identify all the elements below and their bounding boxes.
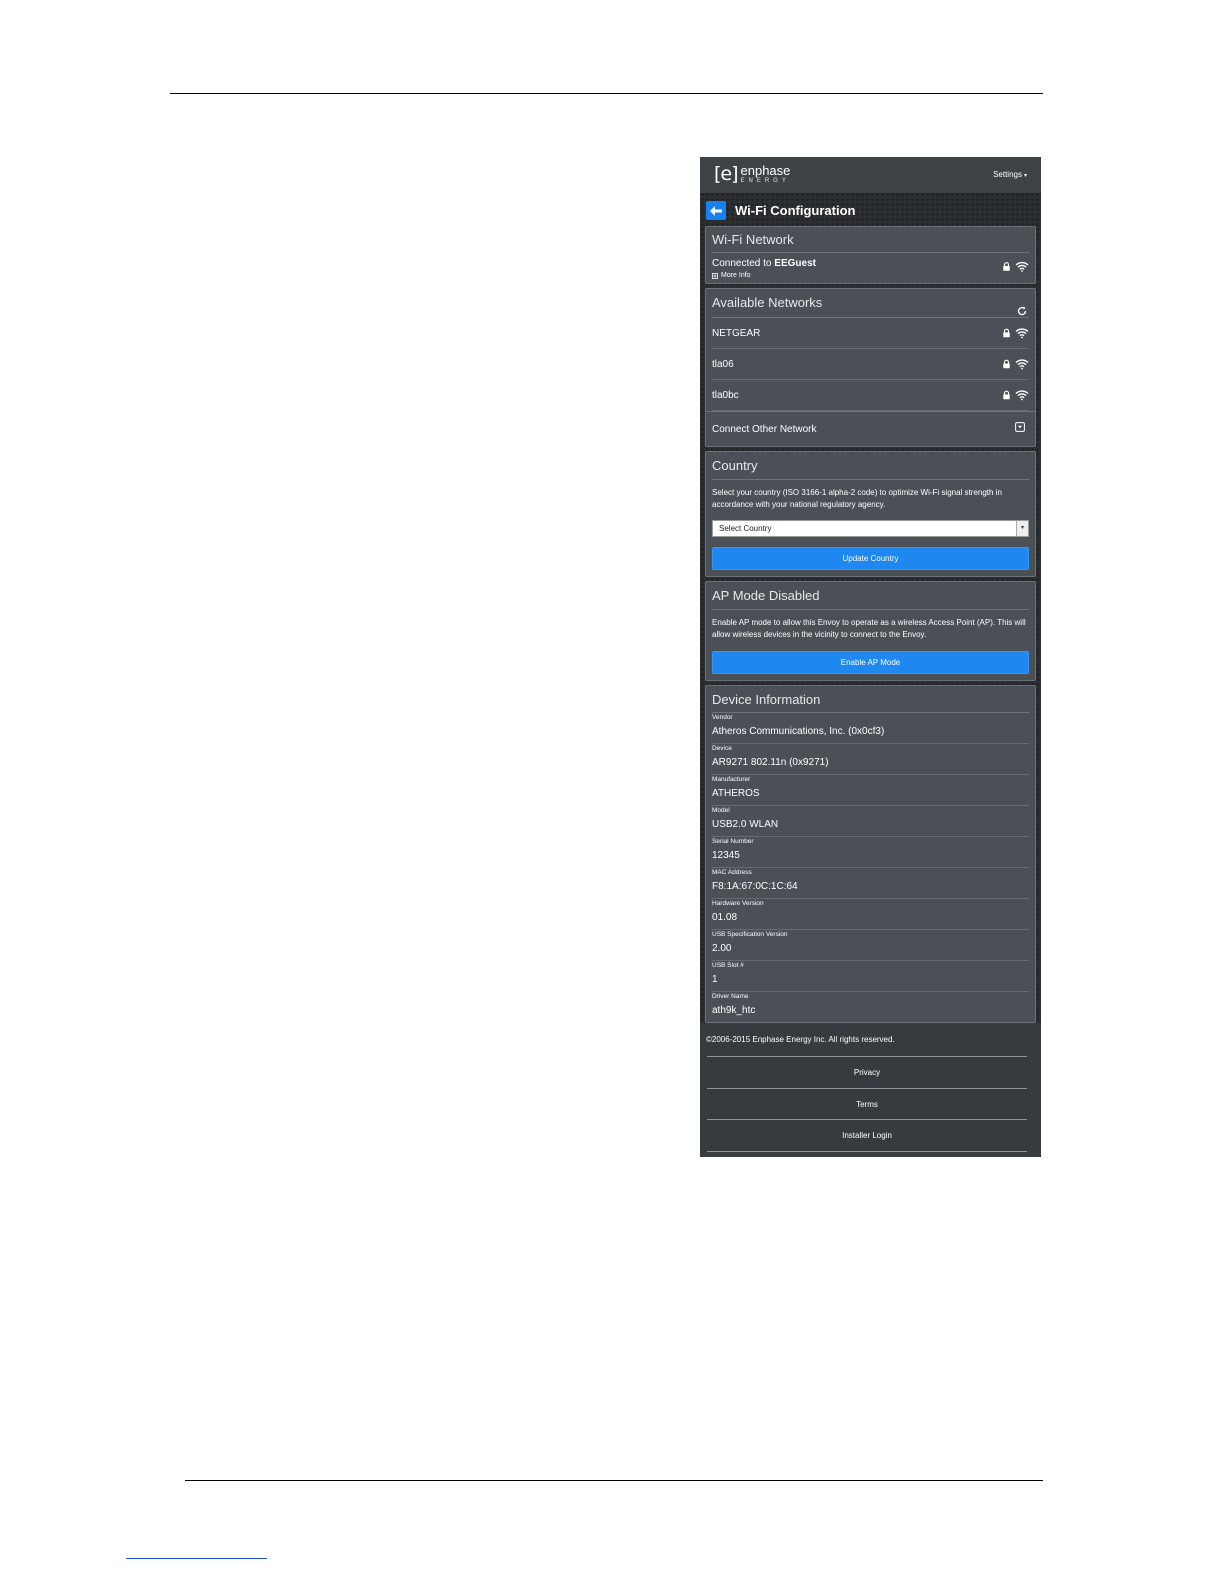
network-row-netgear[interactable]: NETGEAR [712, 318, 1029, 349]
device-info-row: USB Slot # 1 [712, 961, 1029, 992]
caret-down-icon: ▾ [1016, 521, 1028, 536]
more-info-label: More Info [721, 272, 751, 279]
device-info-label: USB Slot # [712, 962, 744, 969]
device-info-value: Atheros Communications, Inc. (0x0cf3) [712, 726, 885, 737]
lock-icon [1003, 359, 1010, 369]
device-info-value: 12345 [712, 850, 740, 861]
lock-icon [1003, 262, 1010, 271]
enable-ap-mode-button[interactable]: Enable AP Mode [712, 651, 1029, 674]
device-info-card: Device Information Vendor Atheros Communi… [705, 685, 1036, 1023]
device-info-label: USB Specification Version [712, 931, 788, 938]
caret-down-icon: ▾ [1023, 173, 1027, 179]
device-info-value: 2.00 [712, 943, 732, 954]
device-info-label: Device [712, 745, 732, 752]
device-info-title: Device Information [712, 686, 1029, 713]
terms-link[interactable]: Terms [707, 1088, 1027, 1120]
device-info-value: ath9k_htc [712, 1005, 756, 1016]
wifi-signal-icon [1015, 328, 1029, 339]
logo-word: enphase [740, 163, 791, 178]
ap-mode-description: Enable AP mode to allow this Envoy to op… [712, 618, 1026, 639]
plus-square-icon [712, 272, 718, 279]
device-info-value: F8:1A:67:0C:1C:64 [712, 881, 798, 892]
logo-sub: ENERGY [740, 178, 790, 184]
footer: ©2006-2015 Enphase Energy Inc. All right… [700, 1023, 1041, 1157]
privacy-link[interactable]: Privacy [707, 1056, 1027, 1088]
device-info-value: USB2.0 WLAN [712, 819, 779, 830]
connected-prefix: Connected to [712, 258, 772, 269]
device-info-label: Vendor [712, 714, 733, 721]
device-info-label: Serial Number [712, 838, 754, 845]
device-info-label: Driver Name [712, 993, 749, 1000]
wifi-signal-icon [1015, 359, 1029, 370]
document-bottom-rule [185, 1480, 1043, 1481]
network-ssid: tla06 [712, 359, 734, 370]
network-row-tla0bc[interactable]: tla0bc [712, 380, 1029, 411]
country-title: Country [712, 452, 1029, 480]
device-info-row: Serial Number 12345 [712, 837, 1029, 868]
available-networks-title: Available Networks [712, 295, 823, 310]
device-info-row: Vendor Atheros Communications, Inc. (0x0c… [712, 713, 1029, 744]
app-screen: [e] enphase ENERGY Settings ▾ Wi-Fi Confi… [700, 157, 1041, 1157]
connect-other-label: Connect Other Network [712, 424, 817, 435]
country-card: Country Select your country (ISO 3166-1 … [705, 451, 1036, 577]
device-info-row: Manufacturer ATHEROS [712, 775, 1029, 806]
back-button[interactable] [706, 201, 726, 220]
network-row-tla06[interactable]: tla06 [712, 349, 1029, 380]
device-info-row: Hardware Version 01.08 [712, 899, 1029, 930]
network-ssid: tla0bc [712, 390, 739, 401]
wifi-signal-icon [1015, 390, 1029, 401]
device-info-value: 1 [712, 974, 718, 985]
settings-label: Settings [993, 170, 1022, 179]
lock-icon [1003, 328, 1010, 338]
device-info-row: Driver Name ath9k_htc [712, 992, 1029, 1022]
refresh-icon [1017, 306, 1027, 316]
logo-bracket: [e] [714, 163, 738, 185]
device-info-row: MAC Address F8:1A:67:0C:1C:64 [712, 868, 1029, 899]
document-top-rule [170, 93, 1043, 94]
arrow-left-icon [710, 205, 722, 216]
device-info-row: Model USB2.0 WLAN [712, 806, 1029, 837]
country-description: Select your country (ISO 3166-1 alpha-2 … [712, 488, 1002, 509]
update-country-button[interactable]: Update Country [712, 547, 1029, 570]
country-select-value: Select Country [719, 524, 772, 533]
device-info-row: Device AR9271 802.11n (0x9271) [712, 744, 1029, 775]
page-header: Wi-Fi Configuration [700, 194, 1041, 226]
installer-login-link[interactable]: Installer Login [707, 1119, 1027, 1152]
wifi-network-title: Wi-Fi Network [712, 227, 1029, 253]
more-info-link[interactable]: More Info [712, 272, 751, 279]
enphase-logo[interactable]: [e] enphase ENERGY [714, 163, 790, 185]
device-info-label: Model [712, 807, 730, 814]
device-info-label: Hardware Version [712, 900, 764, 907]
available-networks-card: Available Networks NETGEAR tla06 tla0bc [705, 288, 1036, 447]
page-title: Wi-Fi Configuration [735, 203, 856, 218]
device-info-label: MAC Address [712, 869, 752, 876]
device-info-list: Vendor Atheros Communications, Inc. (0x0c… [712, 713, 1029, 1022]
network-ssid: NETGEAR [712, 328, 761, 339]
device-info-value: 01.08 [712, 912, 738, 923]
device-info-row: USB Specification Version 2.00 [712, 930, 1029, 961]
copyright-text: ©2006-2015 Enphase Energy Inc. All right… [706, 1035, 895, 1044]
wifi-network-card: Wi-Fi Network Connected to EEGuest More … [705, 226, 1036, 284]
connected-network-row[interactable]: Connected to EEGuest More Info [712, 253, 1029, 283]
device-info-label: Manufacturer [712, 776, 751, 783]
ap-mode-title: AP Mode Disabled [712, 582, 1029, 610]
connected-ssid: EEGuest [774, 258, 816, 269]
device-info-value: ATHEROS [712, 788, 760, 799]
device-info-value: AR9271 802.11n (0x9271) [712, 757, 829, 768]
settings-menu[interactable]: Settings ▾ [993, 170, 1027, 179]
lock-icon [1003, 390, 1010, 400]
top-navbar: [e] enphase ENERGY Settings ▾ [700, 157, 1041, 194]
ap-mode-card: AP Mode Disabled Enable AP mode to allow… [705, 581, 1036, 681]
connect-other-network-row[interactable]: Connect Other Network [706, 411, 1035, 446]
country-select[interactable]: Select Country ▾ [712, 520, 1029, 537]
document-link-underline [126, 1558, 267, 1559]
chevron-down-square-icon [1015, 422, 1025, 432]
wifi-signal-icon [1015, 261, 1029, 272]
